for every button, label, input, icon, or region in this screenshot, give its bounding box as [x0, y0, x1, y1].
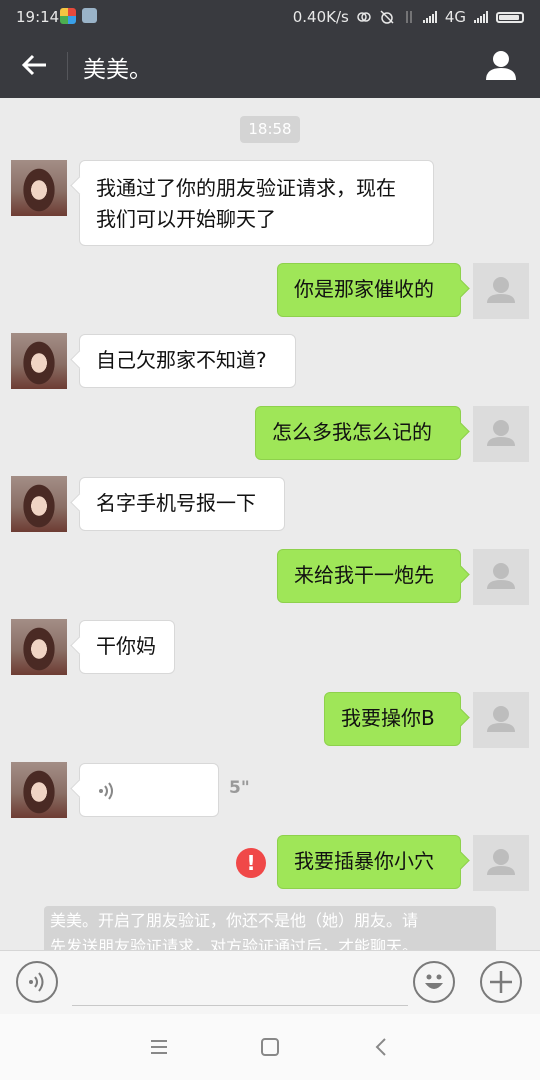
alarm-off-icon [380, 10, 394, 24]
app-notification-icon [60, 8, 76, 24]
message-text: 你是那家催收的 [294, 277, 434, 301]
home-icon[interactable] [258, 1035, 282, 1059]
outgoing-message-bubble[interactable]: 来给我干一炮先 [277, 549, 461, 603]
status-right: 0.40K/s 4G [293, 8, 524, 26]
voice-duration: 5" [229, 778, 250, 798]
voice-message-bubble[interactable] [79, 763, 219, 817]
network-type: 4G [444, 8, 466, 26]
message-text: 怎么多我怎么记的 [272, 420, 432, 444]
contact-avatar[interactable] [11, 160, 67, 216]
emoji-icon [425, 974, 443, 989]
signal-icon-2 [474, 11, 488, 23]
chat-title: 美美。 [83, 57, 152, 83]
system-notice-line: 美美。开启了朋友验证，你还不是他（她）朋友。请 [50, 911, 419, 930]
chat-header: 美美。 [0, 34, 540, 98]
send-failed-icon[interactable]: ! [236, 848, 266, 878]
message-text: 干你妈 [96, 634, 156, 658]
emoji-button[interactable] [413, 961, 455, 1003]
system-notice: 美美。开启了朋友验证，你还不是他（她）朋友。请 先发送朋友验证请求，对方验证通过… [44, 906, 496, 950]
incoming-message-bubble[interactable]: 自己欠那家不知道? [79, 334, 296, 388]
contact-avatar[interactable] [11, 476, 67, 532]
contact-profile-icon[interactable] [484, 48, 518, 82]
data-transfer-icon [406, 11, 412, 23]
default-avatar-icon [487, 277, 515, 303]
message-text: 自己欠那家不知道? [96, 348, 267, 372]
message-text: 我要插暴你小穴 [294, 849, 434, 873]
contact-avatar[interactable] [11, 762, 67, 818]
input-bar [0, 950, 540, 1015]
incoming-message-bubble[interactable]: 名字手机号报一下 [79, 477, 285, 531]
chat-area[interactable]: 18:58 我通过了你的朋友验证请求，现在 我们可以开始聊天了 你是那家催收的 … [0, 98, 540, 950]
sync-icon [357, 12, 371, 22]
outgoing-message-bubble[interactable]: 我要插暴你小穴 [277, 835, 461, 889]
header-divider [67, 52, 68, 80]
message-timestamp: 18:58 [240, 116, 300, 143]
voice-input-button[interactable] [16, 961, 58, 1003]
outgoing-message-bubble[interactable]: 你是那家催收的 [277, 263, 461, 317]
back-icon[interactable] [370, 1035, 394, 1059]
default-avatar-icon [487, 420, 515, 446]
voice-wave-icon [99, 782, 113, 800]
message-text-line: 我通过了你的朋友验证请求，现在 [96, 176, 396, 200]
default-avatar-icon [487, 563, 515, 589]
default-avatar-icon [487, 706, 515, 732]
message-text: 来给我干一炮先 [294, 563, 434, 587]
system-navigation-bar [0, 1014, 540, 1080]
contact-avatar[interactable] [11, 333, 67, 389]
my-avatar[interactable] [473, 835, 529, 891]
signal-icon [422, 11, 437, 23]
outgoing-message-bubble[interactable]: 怎么多我怎么记的 [255, 406, 461, 460]
more-options-button[interactable] [480, 961, 522, 1003]
my-avatar[interactable] [473, 692, 529, 748]
default-avatar-icon [487, 849, 515, 875]
message-text-line: 我们可以开始聊天了 [96, 207, 276, 231]
system-notice-line: 先发送朋友验证请求，对方验证通过后，才能聊天。 [50, 937, 419, 950]
my-avatar[interactable] [473, 406, 529, 462]
message-text: 名字手机号报一下 [96, 491, 256, 515]
battery-icon [496, 11, 524, 23]
outgoing-message-bubble[interactable]: 我要操你B [324, 692, 461, 746]
incoming-message-bubble[interactable]: 我通过了你的朋友验证请求，现在 我们可以开始聊天了 [79, 160, 434, 246]
message-input[interactable] [72, 963, 408, 1006]
network-speed: 0.40K/s [292, 8, 349, 26]
contact-avatar[interactable] [11, 619, 67, 675]
menu-icon[interactable] [147, 1035, 171, 1059]
message-notification-icon [82, 8, 97, 23]
message-text: 我要操你B [341, 706, 435, 730]
my-avatar[interactable] [473, 549, 529, 605]
voice-icon [29, 972, 44, 992]
status-bar: 19:14 0.40K/s 4G [0, 0, 540, 34]
status-time: 19:14 [16, 8, 60, 26]
back-arrow-icon[interactable] [18, 48, 52, 82]
message-text: 我通过了你的朋友验证请求，现在 我们可以开始聊天了 [96, 173, 417, 235]
plus-icon [490, 971, 512, 993]
my-avatar[interactable] [473, 263, 529, 319]
incoming-message-bubble[interactable]: 干你妈 [79, 620, 175, 674]
